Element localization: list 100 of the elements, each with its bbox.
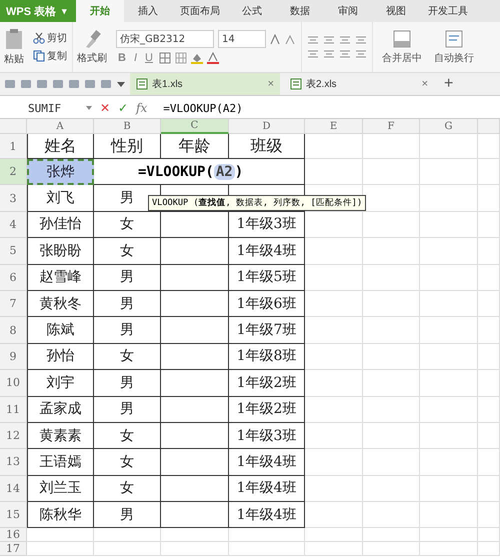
table-cell: 1年级4班 bbox=[229, 238, 305, 265]
align-icon[interactable] bbox=[339, 35, 351, 45]
column-header[interactable]: D bbox=[229, 119, 305, 134]
table-cell: 刘宇 bbox=[27, 370, 94, 397]
row-header[interactable]: 6 bbox=[0, 264, 27, 291]
new-tab-button[interactable]: + bbox=[438, 74, 460, 94]
wrap-icon[interactable] bbox=[445, 30, 463, 48]
column-header[interactable]: B bbox=[94, 119, 161, 134]
empty-cell[interactable] bbox=[161, 396, 229, 423]
ribbon-tab[interactable]: 页面布局 bbox=[172, 0, 228, 22]
ribbon-tab[interactable]: 数据 bbox=[276, 0, 324, 22]
merge-icon[interactable] bbox=[393, 30, 411, 48]
ribbon-tab[interactable]: 公式 bbox=[228, 0, 276, 22]
empty-cell[interactable] bbox=[161, 290, 229, 318]
row-header[interactable]: 8 bbox=[0, 317, 27, 344]
dropdown-icon[interactable] bbox=[116, 79, 126, 89]
align-icon[interactable] bbox=[323, 35, 335, 45]
copy-button[interactable]: 复制 bbox=[33, 49, 67, 63]
font-color-icon[interactable] bbox=[206, 52, 219, 64]
merge-center-button[interactable]: 合并居中 bbox=[378, 30, 426, 64]
border-icon[interactable] bbox=[158, 52, 171, 64]
ribbon-tab[interactable]: 开发工具 bbox=[420, 0, 476, 22]
empty-cell[interactable] bbox=[161, 264, 229, 291]
column-header[interactable]: F bbox=[363, 119, 420, 134]
dropdown-icon[interactable] bbox=[86, 105, 92, 111]
row-header[interactable]: 14 bbox=[0, 476, 27, 502]
table-cell: 孟家成 bbox=[27, 396, 94, 423]
align-icon[interactable] bbox=[307, 49, 319, 59]
row-header[interactable]: 13 bbox=[0, 449, 27, 476]
align-icon[interactable] bbox=[307, 35, 319, 45]
align-icon[interactable] bbox=[323, 49, 335, 59]
formula-field[interactable]: =VLOOKUP(A2) bbox=[163, 102, 243, 114]
row-header[interactable]: 4 bbox=[0, 212, 27, 238]
document-tab[interactable]: 表2.xls × bbox=[284, 73, 434, 95]
row-header[interactable]: 11 bbox=[0, 396, 27, 423]
row-header[interactable]: 1 bbox=[0, 134, 27, 159]
empty-cell[interactable] bbox=[161, 344, 229, 370]
empty-cell[interactable] bbox=[161, 422, 229, 450]
empty-cell[interactable] bbox=[161, 370, 229, 397]
select-all-corner[interactable] bbox=[0, 119, 27, 134]
document-tab[interactable]: 表1.xls × bbox=[130, 73, 280, 95]
cut-button[interactable]: 剪切 bbox=[33, 31, 67, 45]
row-header[interactable]: 3 bbox=[0, 185, 27, 212]
cancel-button[interactable]: ✕ bbox=[96, 101, 114, 115]
row-header[interactable]: 10 bbox=[0, 370, 27, 397]
column-header[interactable]: E bbox=[305, 119, 363, 134]
scissors-icon[interactable] bbox=[33, 32, 45, 44]
row-header[interactable]: 17 bbox=[0, 542, 27, 556]
font-name-field[interactable]: 仿宋_GB2312 bbox=[116, 30, 214, 48]
table-cell: 孙怡 bbox=[27, 344, 94, 370]
align-icon[interactable] bbox=[339, 49, 351, 59]
font-size-field[interactable]: 14 bbox=[218, 30, 266, 48]
row-header[interactable]: 5 bbox=[0, 238, 27, 265]
ribbon-tab[interactable]: 审阅 bbox=[324, 0, 372, 22]
empty-cell[interactable] bbox=[161, 476, 229, 502]
column-header[interactable]: C bbox=[161, 119, 229, 134]
row-header[interactable]: 9 bbox=[0, 344, 27, 370]
app-menu-button[interactable]: WPS 表格 ▾ bbox=[0, 0, 76, 22]
fill-color-icon[interactable] bbox=[190, 52, 203, 64]
copy-icon[interactable] bbox=[33, 50, 45, 62]
close-icon[interactable]: × bbox=[268, 78, 274, 90]
paste-button[interactable]: 粘贴 bbox=[4, 52, 24, 66]
column-header[interactable] bbox=[478, 119, 500, 134]
column-header[interactable]: G bbox=[420, 119, 478, 134]
align-icon[interactable] bbox=[355, 35, 367, 45]
empty-cell[interactable] bbox=[161, 449, 229, 476]
insert-function-button[interactable]: fx bbox=[132, 101, 152, 115]
shrink-font-icon[interactable] bbox=[285, 34, 296, 44]
cell-editor[interactable]: =VLOOKUP(A2) bbox=[94, 159, 305, 186]
font-style-button[interactable]: B bbox=[116, 52, 128, 64]
column-header[interactable]: A bbox=[27, 119, 94, 134]
format-painter-button[interactable]: 格式刷 bbox=[77, 51, 107, 65]
row-header[interactable]: 16 bbox=[0, 528, 27, 542]
align-icon[interactable] bbox=[355, 49, 367, 59]
grid-icon[interactable] bbox=[174, 52, 187, 64]
empty-cell[interactable] bbox=[161, 238, 229, 265]
ribbon-tab[interactable]: 插入 bbox=[124, 0, 172, 22]
selected-cell[interactable]: 张烨 bbox=[27, 159, 94, 186]
ribbon-tab[interactable]: 开始 bbox=[76, 0, 124, 22]
function-tooltip: VLOOKUP (查找值, 数据表, 列序数, [匹配条件]) bbox=[148, 195, 366, 211]
font-style-button[interactable]: U bbox=[143, 52, 155, 64]
row-header[interactable]: 2 bbox=[0, 159, 27, 186]
row-header[interactable]: 12 bbox=[0, 422, 27, 450]
empty-cell[interactable] bbox=[161, 502, 229, 528]
spreadsheet-icon[interactable] bbox=[290, 78, 302, 90]
name-box[interactable]: SUMIF bbox=[0, 99, 96, 117]
close-icon[interactable]: × bbox=[422, 78, 428, 90]
wrap-text-button[interactable]: 自动换行 bbox=[430, 30, 478, 64]
clipboard-icon[interactable] bbox=[4, 28, 24, 50]
brush-icon[interactable] bbox=[83, 29, 101, 49]
font-style-button[interactable]: I bbox=[132, 52, 140, 64]
empty-cell[interactable] bbox=[161, 317, 229, 344]
table-cell: 赵雪峰 bbox=[27, 264, 94, 291]
row-header[interactable]: 15 bbox=[0, 502, 27, 528]
row-header[interactable]: 7 bbox=[0, 290, 27, 318]
table-cell: 女 bbox=[94, 422, 161, 450]
confirm-button[interactable]: ✓ bbox=[114, 101, 132, 115]
ribbon-tab[interactable]: 视图 bbox=[372, 0, 420, 22]
spreadsheet-icon[interactable] bbox=[136, 78, 148, 90]
grow-font-icon[interactable] bbox=[270, 34, 281, 44]
